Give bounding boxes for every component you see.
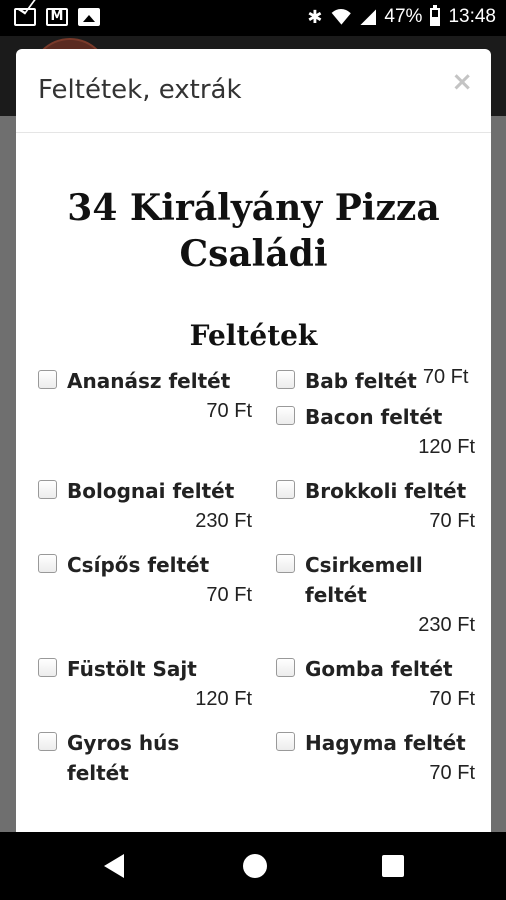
topping-item: Gyros hús feltét (38, 728, 276, 802)
topping-checkbox[interactable] (276, 406, 295, 425)
wifi-icon (330, 9, 352, 25)
mail-icon (14, 8, 36, 26)
status-bar: M ✱ 47% 13:48 (0, 0, 506, 36)
topping-price: 70 Ft (429, 510, 475, 532)
topping-item: Hagyma feltét 70 Ft (276, 728, 475, 802)
close-button[interactable]: × (451, 67, 473, 97)
topping-price: 70 Ft (206, 584, 252, 606)
topping-checkbox[interactable] (38, 480, 57, 499)
gmail-icon: M (46, 8, 68, 26)
topping-item: Ananász feltét 70 Ft (38, 366, 276, 476)
topping-price: 230 Ft (418, 614, 475, 636)
toppings-modal: Feltétek, extrák × 34 Királyány Pizza Cs… (16, 49, 491, 839)
topping-item: Brokkoli feltét 70 Ft (276, 476, 475, 550)
navigation-bar (0, 832, 506, 900)
topping-checkbox[interactable] (38, 732, 57, 751)
topping-item: Füstölt Sajt 120 Ft (38, 654, 276, 728)
topping-checkbox[interactable] (38, 370, 57, 389)
back-icon[interactable] (104, 854, 124, 878)
topping-item: Gomba feltét 70 Ft (276, 654, 475, 728)
clock: 13:48 (448, 6, 496, 27)
topping-checkbox[interactable] (276, 554, 295, 573)
topping-checkbox[interactable] (276, 732, 295, 751)
topping-name: Brokkoli feltét (305, 479, 467, 503)
topping-price: 120 Ft (195, 688, 252, 710)
topping-price: 120 Ft (418, 436, 475, 458)
topping-name: Csirkemell feltét (305, 553, 423, 607)
topping-name: Gyros hús feltét (67, 731, 180, 785)
section-title: Feltétek (189, 319, 318, 352)
topping-price: 230 Ft (195, 510, 252, 532)
topping-item: Csípős feltét 70 Ft (38, 550, 276, 654)
topping-price: 70 Ft (429, 762, 475, 784)
topping-checkbox[interactable] (38, 658, 57, 677)
battery-icon (430, 5, 441, 26)
topping-name: Ananász feltét (67, 369, 231, 393)
topping-item: Csirkemell feltét 230 Ft (276, 550, 475, 654)
image-icon (78, 8, 100, 26)
topping-name: Bab feltét (305, 369, 417, 393)
topping-checkbox[interactable] (276, 480, 295, 499)
product-title-line2: Családi (179, 233, 328, 275)
topping-checkbox[interactable] (276, 658, 295, 677)
topping-name: Csípős feltét (67, 553, 210, 577)
modal-header: Feltétek, extrák × (16, 49, 491, 133)
topping-checkbox[interactable] (276, 370, 295, 389)
battery-percentage: 47% (384, 6, 423, 27)
topping-item: Bolognai feltét 230 Ft (38, 476, 276, 550)
topping-name: Bacon feltét (305, 405, 443, 429)
signal-icon (360, 9, 377, 25)
topping-price: 70 Ft (422, 366, 469, 388)
topping-name: Bolognai feltét (67, 479, 235, 503)
modal-title: Feltétek, extrák (38, 75, 242, 105)
product-title-line1: 34 Királyány Pizza (67, 187, 440, 229)
topping-price: 70 Ft (206, 400, 252, 422)
product-title: 34 Királyány Pizza Családi (16, 185, 491, 277)
topping-name: Hagyma feltét (305, 731, 466, 755)
topping-name: Gomba feltét (305, 657, 453, 681)
topping-price: 70 Ft (429, 688, 475, 710)
recent-apps-icon[interactable] (382, 855, 404, 877)
bluetooth-icon: ✱ (307, 6, 323, 27)
home-icon[interactable] (243, 854, 267, 878)
topping-item: Bab feltét 70 Ft Bacon feltét 120 Ft (276, 366, 475, 476)
topping-name: Füstölt Sajt (67, 657, 197, 681)
topping-checkbox[interactable] (38, 554, 57, 573)
toppings-list: Ananász feltét 70 Ft Bab feltét 70 Ft Bac… (16, 366, 491, 802)
